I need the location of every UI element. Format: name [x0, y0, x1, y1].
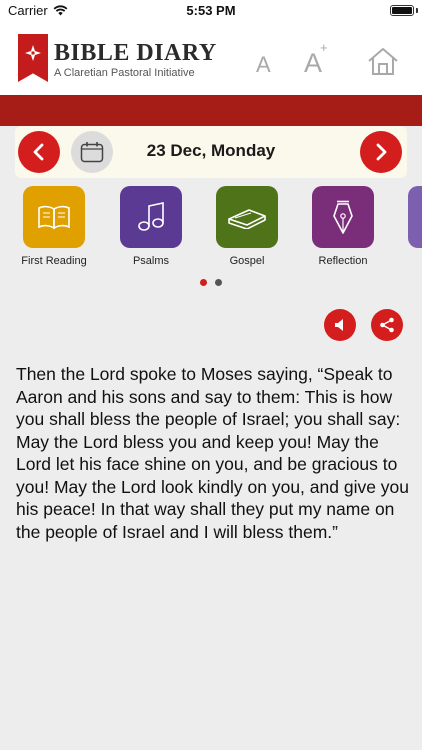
date-navigator: 23 Dec, Monday — [15, 126, 407, 178]
cross-icon — [25, 45, 41, 61]
speaker-icon — [335, 319, 343, 331]
increase-font-plus: + — [320, 40, 328, 55]
logo-badge — [18, 34, 48, 82]
header-band — [0, 95, 422, 126]
tile-first-reading-label: First Reading — [21, 255, 87, 267]
audio-button[interactable] — [324, 309, 356, 341]
share-icon — [380, 317, 394, 333]
tile-first-reading-bg — [23, 186, 85, 248]
pen-nib-icon — [333, 200, 353, 234]
battery-cap — [416, 8, 418, 13]
tile-first-reading[interactable]: First Reading — [9, 186, 99, 267]
app-subtitle: A Claretian Pastoral Initiative — [54, 67, 195, 79]
open-book-icon — [38, 205, 70, 230]
app-title: BIBLE DIARY — [54, 40, 217, 66]
tile-gospel-label: Gospel — [229, 255, 265, 267]
chevron-right-icon — [376, 143, 387, 161]
tile-psalms-bg — [120, 186, 182, 248]
tile-partial-bg — [408, 186, 422, 248]
battery-icon — [390, 5, 414, 16]
closed-book-icon — [228, 209, 266, 229]
app-header: BIBLE DIARY A Claretian Pastoral Initiat… — [0, 22, 422, 95]
current-date: 23 Dec, Monday — [146, 141, 276, 160]
status-time: 5:53 PM — [186, 3, 236, 18]
reading-section-tiles: First Reading Psalms Gospel Reflection — [0, 186, 422, 276]
reading-text: Then the Lord spoke to Moses saying, “Sp… — [16, 364, 410, 542]
music-note-icon — [138, 202, 164, 231]
tile-psalms-label: Psalms — [132, 255, 170, 267]
tile-reflection[interactable]: Reflection — [298, 186, 388, 267]
share-button[interactable] — [371, 309, 403, 341]
decrease-font-button[interactable]: A — [256, 52, 271, 78]
pager-dot[interactable] — [215, 279, 222, 286]
tile-reflection-label: Reflection — [318, 255, 368, 267]
tile-gospel[interactable]: Gospel — [202, 186, 292, 267]
tile-partial[interactable] — [394, 186, 422, 255]
pager-dot-active[interactable] — [200, 279, 207, 286]
status-bar: Carrier 5:53 PM — [0, 0, 422, 22]
tile-gospel-bg — [216, 186, 278, 248]
decrease-font-label: A — [256, 52, 271, 77]
tile-pager — [0, 279, 422, 286]
next-day-button[interactable] — [360, 131, 402, 173]
increase-font-button[interactable]: A+ — [304, 40, 330, 79]
tile-psalms[interactable]: Psalms — [106, 186, 196, 267]
tile-reflection-bg — [312, 186, 374, 248]
home-icon[interactable] — [366, 46, 400, 76]
